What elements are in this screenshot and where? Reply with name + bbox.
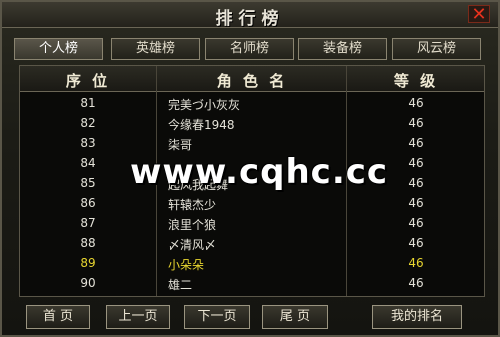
table-row[interactable]: 90 雄二 46 bbox=[20, 274, 484, 294]
window-title: 排行榜 bbox=[215, 9, 285, 29]
header-rank: 序 位 bbox=[65, 72, 111, 90]
table-row[interactable]: 81 完美づ小灰灰 46 bbox=[20, 94, 484, 114]
header-level: 等 级 bbox=[393, 72, 439, 90]
last-page-button[interactable]: 尾 页 bbox=[262, 305, 328, 329]
first-page-button[interactable]: 首 页 bbox=[26, 305, 90, 329]
name-cell: 今缘春1948 bbox=[168, 118, 235, 132]
pagination-bar: 首 页 上一页 下一页 尾 页 我的排名 bbox=[26, 305, 478, 331]
title-bar: 排行榜 ✕ bbox=[2, 2, 498, 29]
tab-fengyun[interactable]: 风云榜 bbox=[392, 38, 481, 60]
level-cell: 46 bbox=[408, 196, 424, 210]
table-row[interactable]: 87 浪里个狼 46 bbox=[20, 214, 484, 234]
table-body: 81 完美づ小灰灰 46 82 今缘春1948 46 83 柒哥 46 84 46 85 起风我起舞 46… bbox=[20, 94, 484, 294]
ranking-window: 排行榜 ✕ 个人榜 英雄榜 名师榜 装备榜 风云榜 序 位 角 色 名 等 级 … bbox=[0, 0, 500, 337]
level-cell: 46 bbox=[408, 276, 424, 290]
table-row[interactable]: 82 今缘春1948 46 bbox=[20, 114, 484, 134]
rank-cell: 87 bbox=[80, 216, 96, 230]
level-cell: 46 bbox=[408, 236, 424, 250]
close-icon[interactable]: ✕ bbox=[468, 5, 490, 24]
tab-equipment[interactable]: 装备榜 bbox=[298, 38, 387, 60]
header-name: 角 色 名 bbox=[216, 72, 288, 90]
tab-hero[interactable]: 英雄榜 bbox=[111, 38, 200, 60]
prev-page-button[interactable]: 上一页 bbox=[106, 305, 170, 329]
level-cell: 46 bbox=[408, 256, 424, 270]
name-cell: 轩辕杰少 bbox=[168, 198, 217, 212]
name-cell: 雄二 bbox=[168, 278, 193, 292]
rank-cell: 83 bbox=[80, 136, 96, 150]
watermark: www.cqhc.cc bbox=[130, 152, 389, 192]
rank-cell: 88 bbox=[80, 236, 96, 250]
rank-cell: 90 bbox=[80, 276, 96, 290]
name-cell: 〆清风〆 bbox=[168, 238, 217, 252]
name-cell: 小朵朵 bbox=[168, 258, 205, 272]
table-row[interactable]: 86 轩辕杰少 46 bbox=[20, 194, 484, 214]
rank-cell: 86 bbox=[80, 196, 96, 210]
rank-cell: 81 bbox=[80, 96, 96, 110]
table-header: 序 位 角 色 名 等 级 bbox=[20, 66, 484, 92]
level-cell: 46 bbox=[408, 96, 424, 110]
my-rank-button[interactable]: 我的排名 bbox=[372, 305, 462, 329]
name-cell: 浪里个狼 bbox=[168, 218, 217, 232]
rank-cell: 89 bbox=[80, 256, 96, 270]
level-cell: 46 bbox=[408, 216, 424, 230]
rank-cell: 82 bbox=[80, 116, 96, 130]
table-row[interactable]: 83 柒哥 46 bbox=[20, 134, 484, 154]
next-page-button[interactable]: 下一页 bbox=[184, 305, 250, 329]
tab-bar: 个人榜 英雄榜 名师榜 装备榜 风云榜 bbox=[14, 38, 490, 60]
level-cell: 46 bbox=[408, 136, 424, 150]
table-row[interactable]: 89 小朵朵 46 bbox=[20, 254, 484, 274]
table-row[interactable]: 88 〆清风〆 46 bbox=[20, 234, 484, 254]
name-cell: 完美づ小灰灰 bbox=[168, 98, 241, 112]
name-cell: 柒哥 bbox=[168, 138, 193, 152]
level-cell: 46 bbox=[408, 116, 424, 130]
tab-personal[interactable]: 个人榜 bbox=[14, 38, 103, 60]
tab-master[interactable]: 名师榜 bbox=[205, 38, 294, 60]
